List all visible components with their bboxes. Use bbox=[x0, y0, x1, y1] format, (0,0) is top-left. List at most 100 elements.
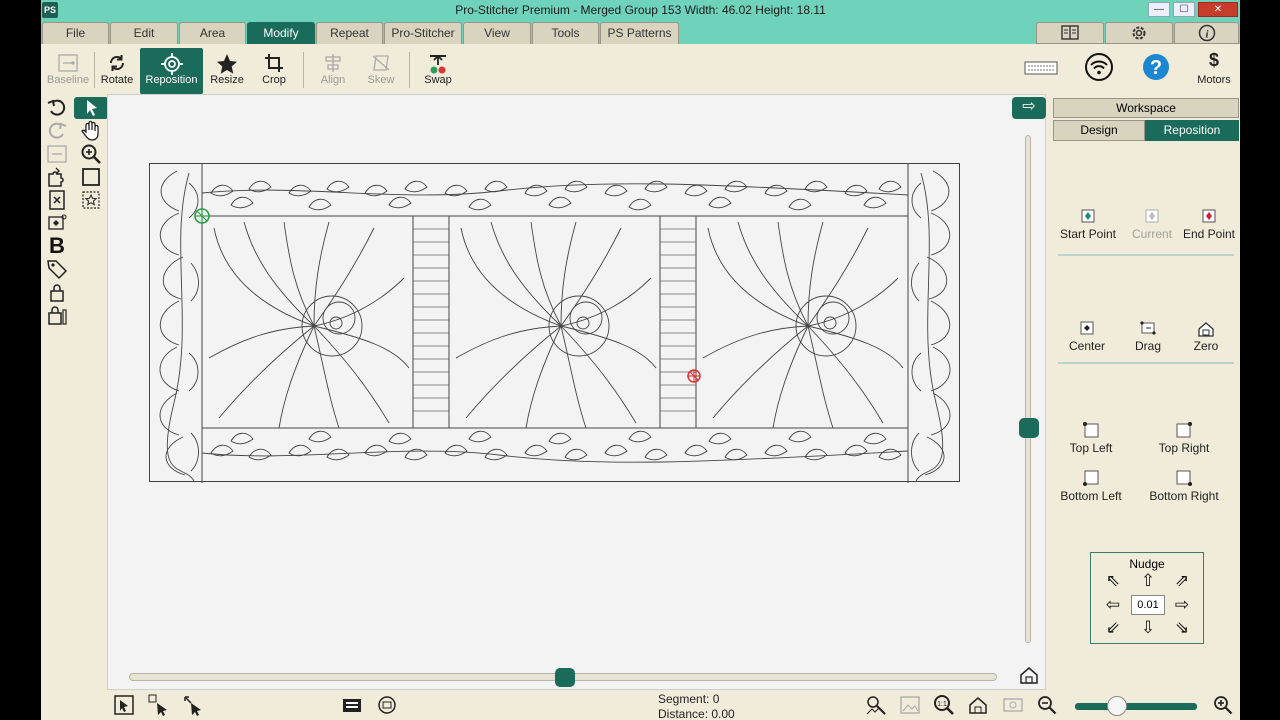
lock-group-button[interactable] bbox=[46, 304, 68, 326]
zoom-slider[interactable] bbox=[1075, 703, 1197, 710]
nudge-up-button[interactable]: ⇧ bbox=[1138, 571, 1158, 591]
tab-tools[interactable]: Tools bbox=[532, 22, 599, 44]
rotate-button[interactable]: Rotate bbox=[97, 48, 137, 94]
cursor-back-icon bbox=[184, 696, 201, 716]
tab-area[interactable]: Area bbox=[179, 22, 246, 44]
refresh-button[interactable] bbox=[376, 694, 398, 716]
horizontal-scroll-thumb[interactable] bbox=[555, 668, 575, 687]
zoom-slider-thumb[interactable] bbox=[1107, 696, 1127, 716]
title-bar: PS Pro-Stitcher Premium - Merged Group 1… bbox=[41, 0, 1240, 20]
current-button[interactable]: Current bbox=[1127, 209, 1177, 241]
zoom-in-button[interactable] bbox=[1212, 694, 1234, 716]
home-view-button[interactable] bbox=[1018, 664, 1040, 686]
hand-icon bbox=[81, 120, 99, 141]
node-edit-icon bbox=[48, 214, 67, 230]
nudge-up-right-button[interactable]: ⇗ bbox=[1172, 571, 1192, 591]
nudge-down-button[interactable]: ⇩ bbox=[1138, 618, 1158, 638]
zoom-design-button[interactable] bbox=[865, 694, 887, 716]
help-button[interactable]: ? bbox=[1139, 48, 1173, 94]
baseline-tool-button[interactable] bbox=[46, 143, 68, 165]
tab-modify[interactable]: Modify bbox=[247, 22, 315, 44]
nudge-amount-field[interactable]: 0.01 bbox=[1131, 595, 1165, 615]
select-previous-button[interactable] bbox=[182, 694, 204, 716]
star-select-button[interactable] bbox=[80, 189, 102, 211]
undo-button[interactable] bbox=[46, 97, 68, 119]
tag-tool-button[interactable] bbox=[46, 258, 68, 280]
bold-text-button[interactable]: B bbox=[46, 235, 68, 257]
bottom-left-button[interactable]: Bottom Left bbox=[1058, 469, 1124, 503]
toggle-panel-button[interactable]: ⇨ bbox=[1012, 97, 1046, 119]
zoom-button[interactable] bbox=[80, 143, 102, 165]
zoom-fit-button[interactable] bbox=[1002, 694, 1024, 716]
center-button[interactable]: Center bbox=[1064, 321, 1110, 353]
top-right-corner-icon bbox=[1156, 421, 1212, 441]
top-left-button[interactable]: Top Left bbox=[1066, 421, 1116, 455]
top-right-button[interactable]: Top Right bbox=[1156, 421, 1212, 455]
resize-button[interactable]: Resize bbox=[206, 48, 248, 94]
tab-file[interactable]: File bbox=[42, 22, 109, 44]
motors-button[interactable]: $ Motors bbox=[1191, 48, 1237, 94]
nudge-down-left-button[interactable]: ⇙ bbox=[1103, 618, 1123, 638]
tab-ps-patterns[interactable]: PS Patterns bbox=[600, 22, 679, 44]
home-icon bbox=[1020, 667, 1038, 684]
nudge-right-button[interactable]: ⇨ bbox=[1172, 595, 1192, 615]
tab-design[interactable]: Design bbox=[1053, 120, 1145, 141]
dollar-icon: $ bbox=[1208, 50, 1219, 70]
zoom-actual-button[interactable]: 1:1 bbox=[933, 694, 955, 716]
bold-icon: B bbox=[49, 233, 65, 258]
puzzle-tool-button[interactable] bbox=[46, 166, 68, 188]
rectangle-select-button[interactable] bbox=[80, 166, 102, 188]
align-button[interactable]: Align bbox=[313, 48, 353, 94]
select-next-button[interactable] bbox=[148, 694, 170, 716]
maximize-button[interactable]: ☐ bbox=[1173, 2, 1195, 17]
select-tool-button[interactable] bbox=[74, 97, 108, 119]
zoom-image-button[interactable] bbox=[899, 694, 921, 716]
crop-button[interactable]: Crop bbox=[255, 48, 293, 94]
info-button[interactable]: i bbox=[1174, 22, 1239, 44]
nudge-up-left-button[interactable]: ⇖ bbox=[1103, 571, 1123, 591]
wifi-button[interactable] bbox=[1081, 48, 1117, 94]
zero-button[interactable]: Zero bbox=[1186, 321, 1226, 353]
arrow-right-icon: ⇨ bbox=[1022, 98, 1036, 115]
star-select-icon bbox=[82, 191, 100, 209]
tab-workspace[interactable]: Workspace bbox=[1053, 98, 1239, 118]
rotate-icon bbox=[97, 48, 137, 74]
swap-button[interactable]: Swap bbox=[419, 48, 457, 94]
center-label: Center bbox=[1068, 339, 1106, 353]
start-point-button[interactable]: Start Point bbox=[1058, 209, 1118, 241]
zoom-home-button[interactable] bbox=[967, 694, 989, 716]
keyboard-input-button[interactable] bbox=[341, 694, 363, 716]
design-canvas[interactable] bbox=[107, 94, 1046, 690]
close-button[interactable]: ✕ bbox=[1198, 2, 1238, 17]
arrow-down-icon: ⇩ bbox=[1140, 618, 1156, 637]
keyboard-button[interactable] bbox=[1021, 48, 1061, 94]
minimize-button[interactable]: — bbox=[1148, 2, 1170, 17]
nudge-down-right-button[interactable]: ⇘ bbox=[1172, 618, 1192, 638]
tab-repeat[interactable]: Repeat bbox=[316, 22, 383, 44]
drag-button[interactable]: Drag bbox=[1126, 321, 1170, 353]
redo-button[interactable] bbox=[46, 120, 68, 142]
reposition-button[interactable]: Reposition bbox=[140, 48, 203, 94]
bottom-right-button[interactable]: Bottom Right bbox=[1148, 469, 1220, 503]
bottom-left-corner-icon bbox=[1058, 469, 1124, 489]
end-point-button[interactable]: End Point bbox=[1179, 209, 1239, 241]
select-all-button[interactable] bbox=[113, 694, 135, 716]
vertical-scrollbar[interactable] bbox=[1025, 135, 1031, 643]
vertical-scroll-thumb[interactable] bbox=[1019, 418, 1039, 438]
zoom-out-button[interactable] bbox=[1036, 694, 1058, 716]
tab-reposition[interactable]: Reposition bbox=[1145, 120, 1239, 141]
skew-button[interactable]: Skew bbox=[362, 48, 400, 94]
tab-edit[interactable]: Edit bbox=[110, 22, 178, 44]
tab-pro-stitcher[interactable]: Pro-Stitcher bbox=[384, 22, 462, 44]
delete-tool-button[interactable] bbox=[46, 189, 68, 211]
lock-tool-button[interactable] bbox=[46, 281, 68, 303]
manual-button[interactable] bbox=[1036, 22, 1104, 44]
baseline-button[interactable]: Baseline bbox=[44, 48, 92, 94]
undo-icon bbox=[47, 99, 66, 116]
tab-view[interactable]: View bbox=[463, 22, 531, 44]
settings-button[interactable] bbox=[1105, 22, 1173, 44]
node-edit-button[interactable] bbox=[46, 212, 68, 234]
gear-icon bbox=[1132, 26, 1146, 40]
nudge-left-button[interactable]: ⇦ bbox=[1103, 595, 1123, 615]
pan-button[interactable] bbox=[80, 120, 102, 142]
